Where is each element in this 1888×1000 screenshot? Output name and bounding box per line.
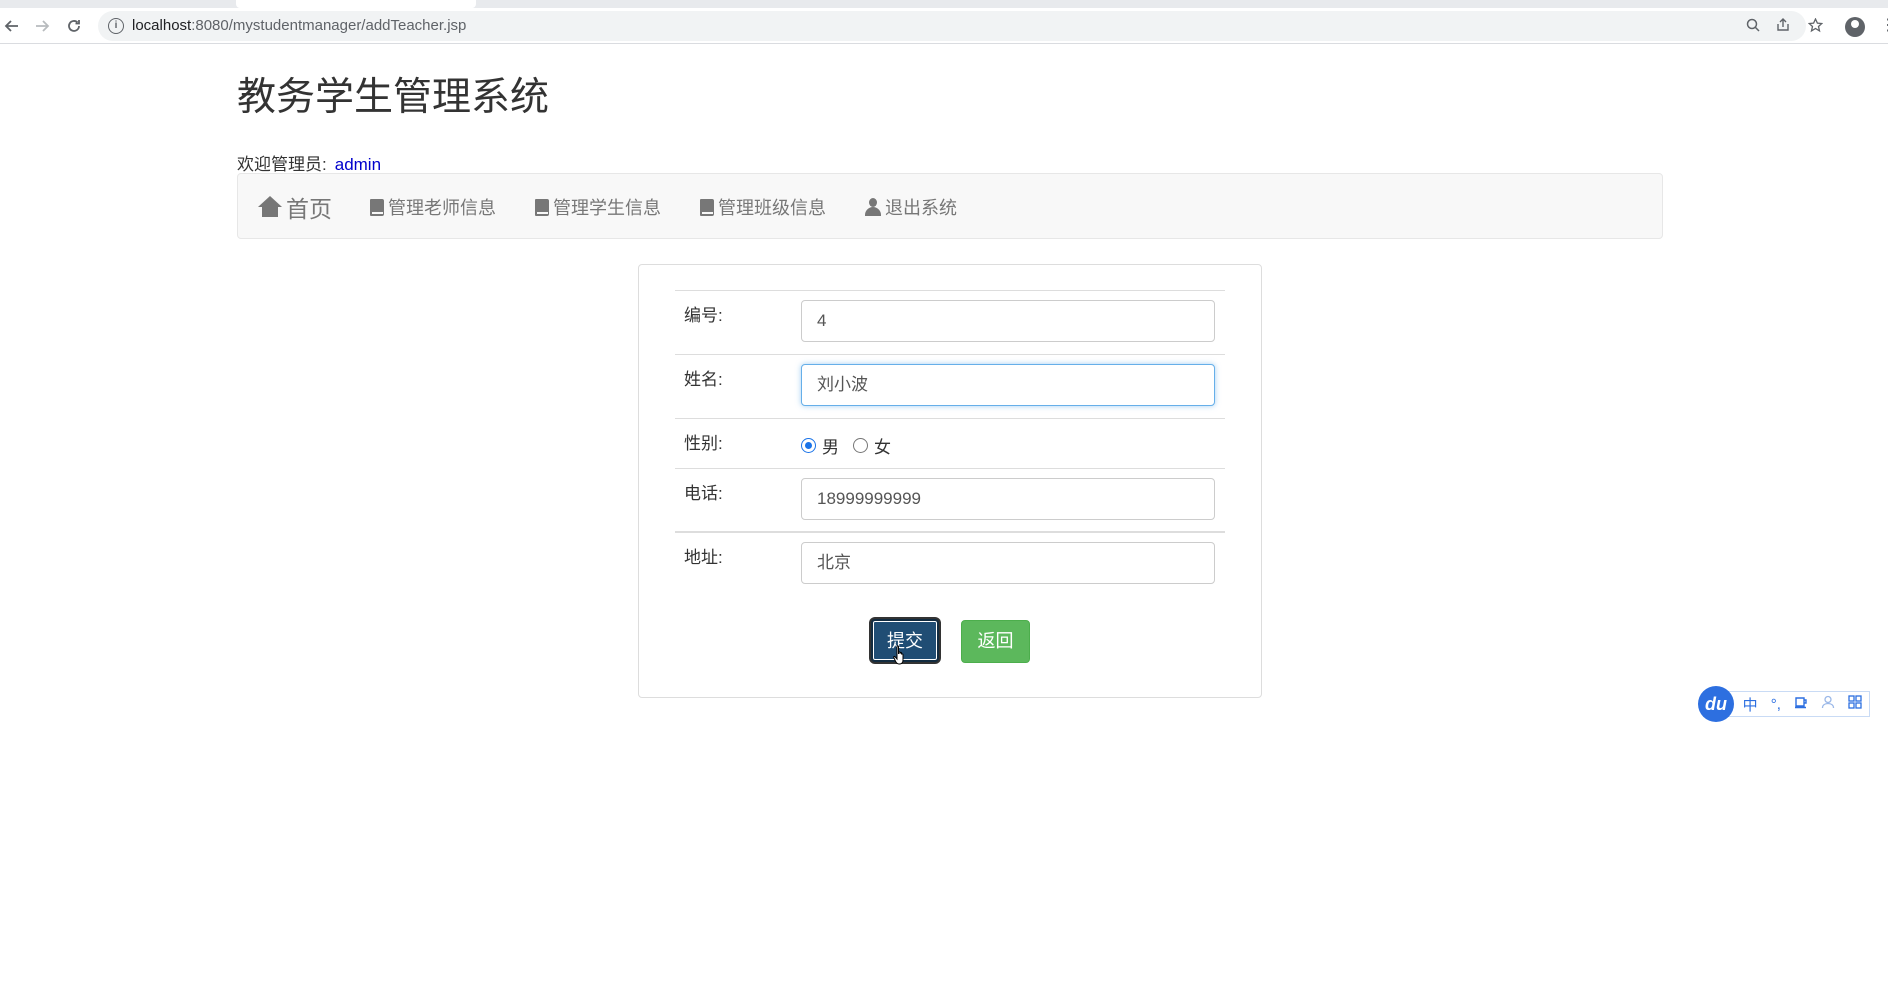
gender-male-radio[interactable] — [801, 438, 816, 453]
nav-manage-teachers-label: 管理老师信息 — [388, 198, 496, 218]
gender-female-label: 女 — [874, 438, 891, 457]
hand-cursor-icon — [893, 645, 904, 665]
welcome-label: 欢迎管理员: — [237, 155, 327, 174]
nav-home[interactable]: 首页 — [258, 174, 332, 240]
bookmark-star-icon[interactable] — [1806, 17, 1824, 36]
nav-manage-students[interactable]: 管理学生信息 — [535, 174, 661, 240]
gender-male-label: 男 — [822, 438, 839, 457]
gender-label: 性别: — [684, 434, 723, 453]
id-input[interactable]: 4 — [801, 300, 1215, 342]
back-icon[interactable] — [0, 14, 24, 38]
book-icon — [700, 198, 714, 216]
ime-grid-icon[interactable] — [1848, 695, 1863, 713]
book-icon — [370, 198, 384, 216]
user-icon — [865, 198, 881, 216]
nav-manage-classes-label: 管理班级信息 — [718, 198, 826, 218]
nav-manage-classes[interactable]: 管理班级信息 — [700, 174, 826, 240]
gender-radio-group: 男 女 — [801, 433, 905, 458]
gender-option-male[interactable]: 男 — [801, 433, 839, 458]
nav-home-label: 首页 — [286, 196, 332, 222]
tab-strip — [0, 0, 1888, 8]
main-navbar: 首页 管理老师信息 管理学生信息 管理班级信息 退出系统 — [237, 173, 1663, 239]
ime-punct-toggle[interactable]: °, — [1771, 696, 1781, 713]
site-info-icon[interactable]: i — [108, 18, 124, 34]
address-bar[interactable]: i localhost:8080/mystudentmanager/addTea… — [98, 11, 1823, 41]
ime-bar: 中 °, — [1728, 691, 1870, 717]
page-title: 教务学生管理系统 — [237, 76, 550, 119]
gender-option-female[interactable]: 女 — [853, 433, 891, 458]
back-button[interactable]: 返回 — [961, 620, 1030, 663]
nav-manage-students-label: 管理学生信息 — [553, 198, 661, 218]
form-row-address: 地址: 北京 — [675, 531, 1225, 595]
browser-toolbar: i localhost:8080/mystudentmanager/addTea… — [0, 8, 1888, 44]
active-tab[interactable] — [236, 0, 476, 8]
url-text: localhost:8080/mystudentmanager/addTeach… — [132, 17, 467, 34]
admin-name-link[interactable]: admin — [335, 155, 381, 174]
reload-icon[interactable] — [62, 14, 86, 38]
book-icon — [535, 198, 549, 216]
profile-avatar-icon[interactable] — [1845, 17, 1865, 37]
form-row-name: 姓名: 刘小波 — [675, 354, 1225, 418]
address-label: 地址: — [684, 548, 723, 567]
nav-logout-label: 退出系统 — [885, 198, 957, 218]
form-row-id: 编号: 4 — [675, 290, 1225, 354]
ime-logo-icon[interactable]: du — [1698, 686, 1734, 722]
form-row-gender: 性别: 男 女 — [675, 418, 1225, 468]
phone-input[interactable]: 18999999999 — [801, 478, 1215, 520]
forward-icon[interactable] — [30, 14, 54, 38]
welcome-text: 欢迎管理员: admin — [237, 150, 381, 175]
phone-label: 电话: — [684, 484, 723, 503]
form-table: 编号: 4 姓名: 刘小波 性别: 男 女 电话: 18999999999 地址… — [675, 290, 1225, 595]
id-label: 编号: — [684, 306, 723, 325]
name-input[interactable]: 刘小波 — [801, 364, 1215, 406]
gender-female-radio[interactable] — [853, 438, 868, 453]
name-label: 姓名: — [684, 370, 723, 389]
ime-cup-icon[interactable] — [1794, 695, 1808, 713]
ime-toolbar: 中 °, du — [1698, 686, 1870, 722]
nav-logout[interactable]: 退出系统 — [865, 174, 957, 240]
browser-menu-icon[interactable]: ⋮ — [1880, 16, 1888, 36]
add-teacher-form-panel: 编号: 4 姓名: 刘小波 性别: 男 女 电话: 18999999999 地址… — [638, 264, 1262, 698]
nav-manage-teachers[interactable]: 管理老师信息 — [370, 174, 496, 240]
share-icon[interactable] — [1774, 18, 1792, 36]
home-icon — [258, 196, 282, 218]
ime-lang-toggle[interactable]: 中 — [1743, 694, 1758, 715]
address-input[interactable]: 北京 — [801, 542, 1215, 584]
form-row-phone: 电话: 18999999999 — [675, 468, 1225, 531]
ime-user-icon[interactable] — [1821, 695, 1835, 713]
zoom-icon[interactable] — [1744, 18, 1762, 36]
